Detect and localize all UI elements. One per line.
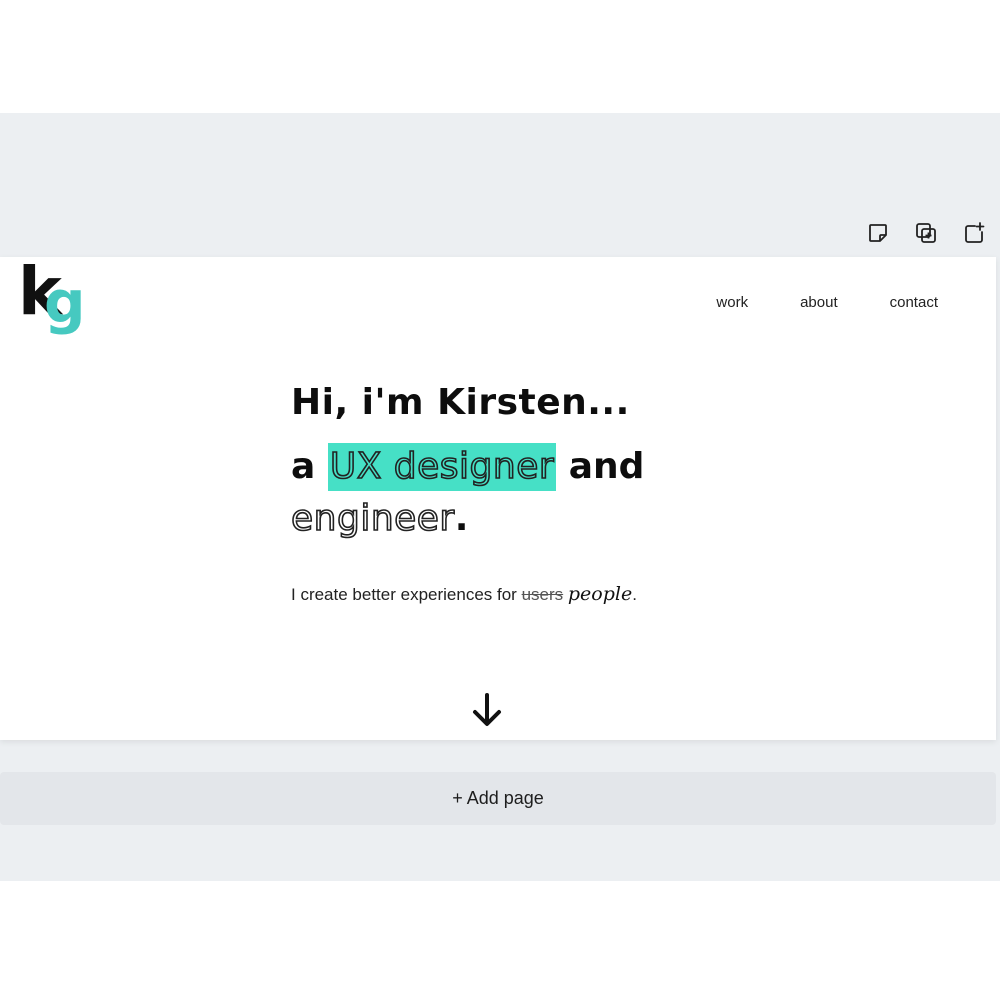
page-actions-toolbar: [864, 219, 988, 247]
nav-link-work[interactable]: work: [716, 294, 748, 311]
hero-tagline: I create better experiences for users pe…: [291, 583, 851, 605]
add-note-button[interactable]: [864, 219, 892, 247]
hero-line-2: a UX designer and: [291, 443, 851, 491]
hero-section: Hi, i'm Kirsten... a UX designer and eng…: [290, 381, 851, 605]
outlined-word: engineer: [290, 497, 455, 540]
sticky-note-icon: [869, 224, 887, 242]
tagline-script-word: people: [567, 583, 633, 605]
hero-line2-prefix: a: [291, 446, 316, 487]
hero-line-3: engineer.: [290, 495, 851, 543]
tagline-prefix: I create better experiences for: [291, 585, 517, 604]
logo-letter-g: g: [44, 268, 86, 336]
hero-headline: Hi, i'm Kirsten...: [291, 382, 630, 423]
duplicate-page-icon: [916, 223, 936, 243]
tagline-strikethrough-word: users: [521, 585, 564, 604]
add-page-icon: [965, 222, 985, 243]
logo[interactable]: k g: [18, 259, 90, 345]
hero-line2-suffix: and: [568, 446, 645, 487]
hero-line3-period: .: [454, 498, 469, 539]
add-page-button[interactable]: + Add page: [0, 772, 996, 825]
tagline-end: .: [632, 585, 637, 604]
design-page[interactable]: k g work about contact Hi, i'm Kirsten..…: [0, 257, 996, 740]
nav-link-contact[interactable]: contact: [890, 294, 938, 311]
highlighted-role: UX designer: [327, 443, 557, 491]
duplicate-page-button[interactable]: [912, 219, 940, 247]
add-page-icon-button[interactable]: [960, 219, 988, 247]
nav-link-about[interactable]: about: [800, 294, 838, 311]
scroll-down-arrow-icon[interactable]: [470, 691, 504, 729]
site-nav: work about contact: [716, 294, 938, 311]
